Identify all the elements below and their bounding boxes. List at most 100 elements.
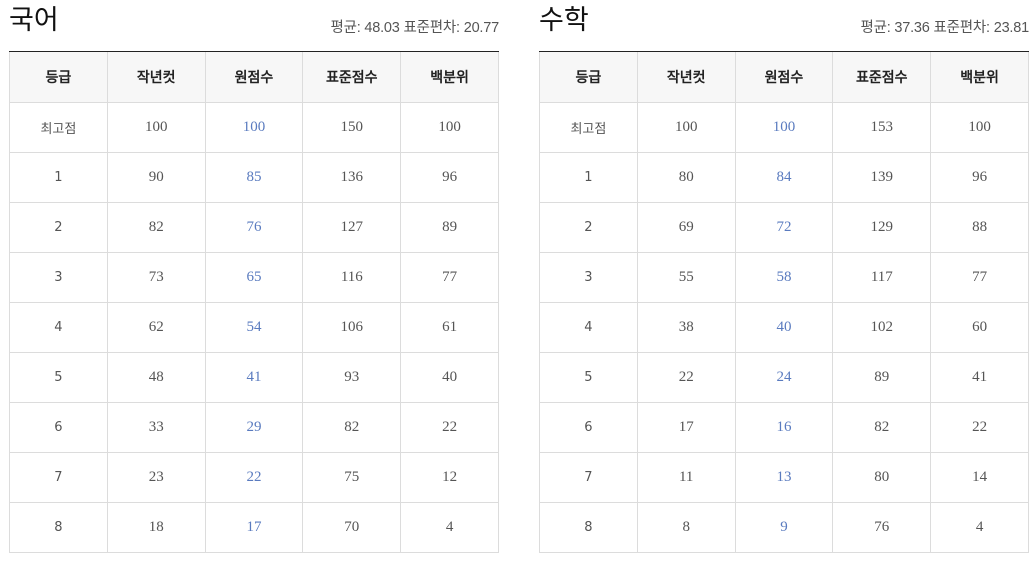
cell-grade: 7: [539, 451, 638, 503]
cell-last-year-cut: 100: [106, 101, 206, 153]
cell-percentile: 12: [400, 451, 499, 503]
table-row: 2 82 76 127 89: [9, 201, 499, 253]
table-row: 8 8 9 76 4: [539, 501, 1029, 553]
cell-grade: 5: [9, 351, 108, 403]
cell-standard-score: 139: [832, 151, 932, 203]
cell-raw-score: 9: [734, 501, 834, 553]
table-row: 3 73 65 116 77: [9, 251, 499, 303]
table-row: 4 62 54 106 61: [9, 301, 499, 353]
table-row: 6 33 29 82 22: [9, 401, 499, 453]
column-header-percentile: 백분위: [400, 52, 499, 103]
table-row: 8 18 17 70 4: [9, 501, 499, 553]
cell-standard-score: 70: [302, 501, 402, 553]
cell-grade: 7: [9, 451, 108, 503]
subject-stats: 평균: 37.36 표준편차: 23.81: [860, 16, 1029, 37]
cell-percentile: 22: [930, 401, 1029, 453]
column-header-standard-score: 표준점수: [832, 52, 932, 103]
table-row: 6 17 16 82 22: [539, 401, 1029, 453]
cell-raw-score: 84: [734, 151, 834, 203]
cell-grade: 3: [9, 251, 108, 303]
cell-last-year-cut: 69: [636, 201, 736, 253]
cell-last-year-cut: 38: [636, 301, 736, 353]
cell-last-year-cut: 62: [106, 301, 206, 353]
table-row: 7 23 22 75 12: [9, 451, 499, 503]
cell-last-year-cut: 73: [106, 251, 206, 303]
cell-standard-score: 76: [832, 501, 932, 553]
cell-standard-score: 82: [302, 401, 402, 453]
cell-percentile: 4: [930, 501, 1029, 553]
cell-raw-score: 100: [204, 101, 304, 153]
table-row: 5 22 24 89 41: [539, 351, 1029, 403]
cell-percentile: 89: [400, 201, 499, 253]
cell-raw-score: 16: [734, 401, 834, 453]
cell-raw-score: 40: [734, 301, 834, 353]
cell-grade: 3: [539, 251, 638, 303]
cell-raw-score: 65: [204, 251, 304, 303]
cell-raw-score: 41: [204, 351, 304, 403]
cell-percentile: 22: [400, 401, 499, 453]
cell-last-year-cut: 100: [636, 101, 736, 153]
cell-last-year-cut: 48: [106, 351, 206, 403]
cell-standard-score: 106: [302, 301, 402, 353]
cell-standard-score: 89: [832, 351, 932, 403]
cell-raw-score: 22: [204, 451, 304, 503]
cell-percentile: 77: [930, 251, 1029, 303]
cell-last-year-cut: 33: [106, 401, 206, 453]
table-row: 최고점 100 100 150 100: [9, 101, 499, 153]
cell-last-year-cut: 8: [636, 501, 736, 553]
cell-percentile: 4: [400, 501, 499, 553]
subject-stats: 평균: 48.03 표준편차: 20.77: [330, 16, 499, 37]
grade-table: 등급 작년컷 원점수 표준점수 백분위 최고점 100 100 150 100 1 90 85 136 9…: [9, 52, 499, 553]
cell-grade: 1: [539, 151, 638, 203]
column-header-last-year-cut: 작년컷: [636, 52, 736, 103]
table-row: 2 69 72 129 88: [539, 201, 1029, 253]
cell-percentile: 100: [930, 101, 1029, 153]
cell-raw-score: 29: [204, 401, 304, 453]
cell-last-year-cut: 17: [636, 401, 736, 453]
cell-grade: 4: [539, 301, 638, 353]
cell-last-year-cut: 80: [636, 151, 736, 203]
cell-grade: 4: [9, 301, 108, 353]
cell-percentile: 14: [930, 451, 1029, 503]
cell-standard-score: 82: [832, 401, 932, 453]
cell-standard-score: 117: [832, 251, 932, 303]
cell-raw-score: 100: [734, 101, 834, 153]
cell-last-year-cut: 23: [106, 451, 206, 503]
stats-text: 평균: 48.03 표준편차: 20.77: [330, 20, 499, 36]
cell-standard-score: 127: [302, 201, 402, 253]
cell-last-year-cut: 22: [636, 351, 736, 403]
cell-standard-score: 153: [832, 101, 932, 153]
cell-raw-score: 13: [734, 451, 834, 503]
cell-raw-score: 17: [204, 501, 304, 553]
column-header-raw-score: 원점수: [734, 52, 834, 103]
cell-grade: 최고점: [539, 101, 638, 153]
subject-title: 국어: [9, 5, 59, 36]
cell-last-year-cut: 90: [106, 151, 206, 203]
cell-raw-score: 58: [734, 251, 834, 303]
cell-grade: 6: [9, 401, 108, 453]
cell-raw-score: 85: [204, 151, 304, 203]
cell-raw-score: 72: [734, 201, 834, 253]
cell-grade: 6: [539, 401, 638, 453]
cell-raw-score: 24: [734, 351, 834, 403]
column-header-grade: 등급: [539, 52, 638, 103]
column-header-standard-score: 표준점수: [302, 52, 402, 103]
cell-standard-score: 80: [832, 451, 932, 503]
column-header-last-year-cut: 작년컷: [106, 52, 206, 103]
math-panel: 수학 평균: 37.36 표준편차: 23.81 등급 작년컷 원점수 표준점수 백분위…: [539, 0, 1029, 553]
cell-grade: 2: [539, 201, 638, 253]
table-row: 4 38 40 102 60: [539, 301, 1029, 353]
cell-grade: 2: [9, 201, 108, 253]
column-header-percentile: 백분위: [930, 52, 1029, 103]
cell-standard-score: 129: [832, 201, 932, 253]
cell-grade: 5: [539, 351, 638, 403]
cell-standard-score: 75: [302, 451, 402, 503]
cell-percentile: 40: [400, 351, 499, 403]
subject-title: 수학: [539, 5, 589, 36]
cell-grade: 8: [9, 501, 108, 553]
cell-percentile: 100: [400, 101, 499, 153]
cell-percentile: 88: [930, 201, 1029, 253]
cell-standard-score: 102: [832, 301, 932, 353]
cell-grade: 8: [539, 501, 638, 553]
column-header-grade: 등급: [9, 52, 108, 103]
